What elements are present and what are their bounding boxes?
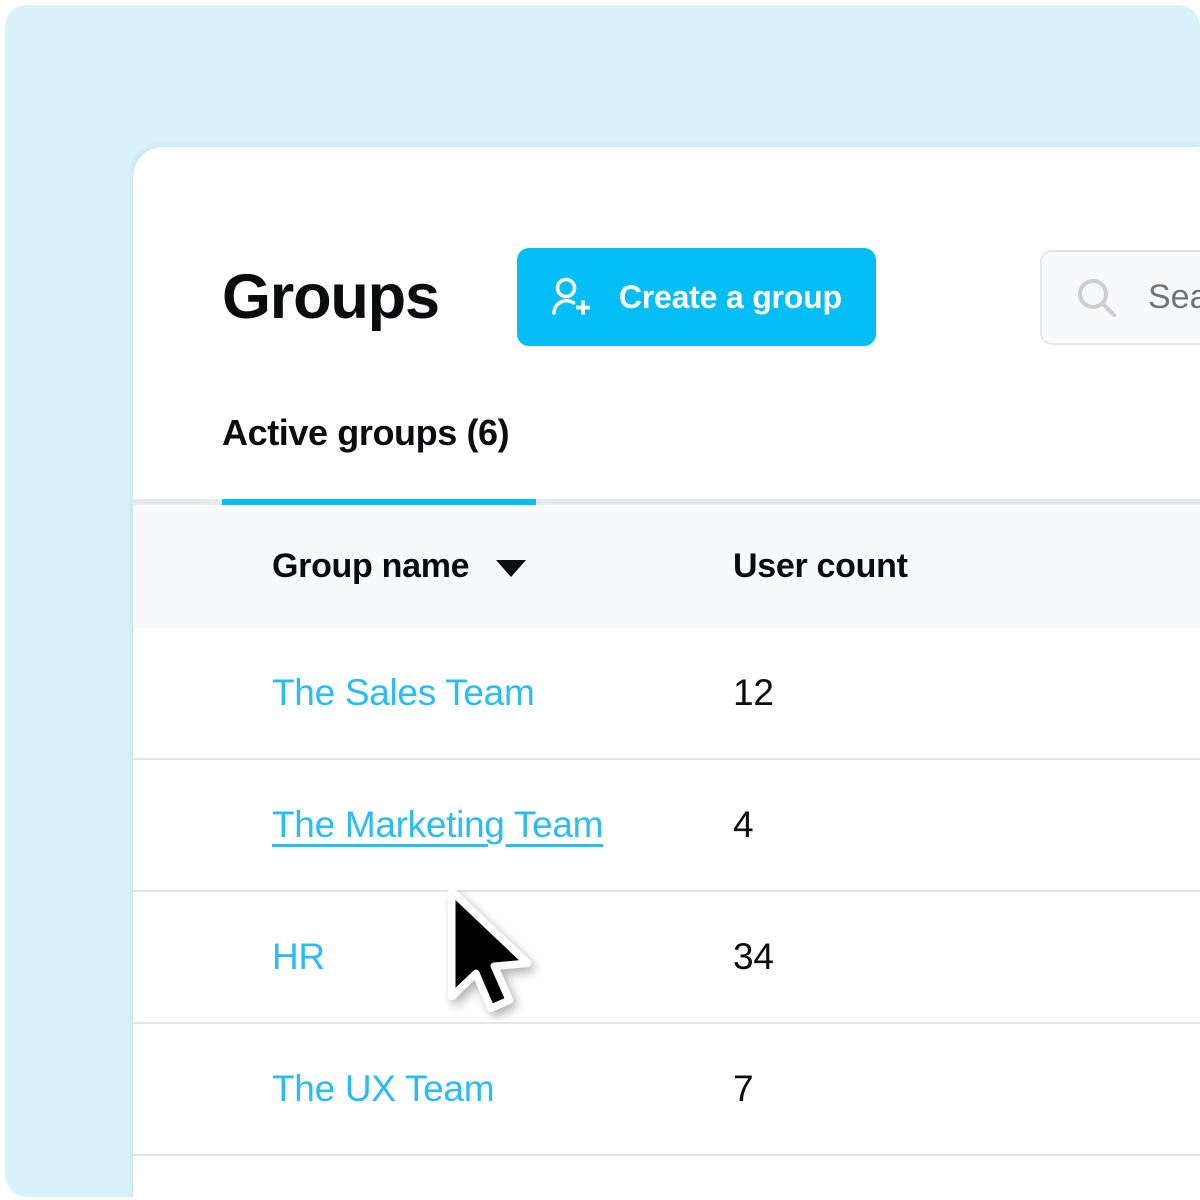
group-name-cell: The Sales Team	[133, 672, 733, 714]
group-link[interactable]: The UX Team	[272, 1068, 495, 1109]
user-count-value: 4	[733, 804, 754, 845]
table-row[interactable]: The Sales Team 12	[133, 628, 1200, 760]
page-header: Groups Create a group	[222, 247, 876, 347]
create-a-group-button[interactable]: Create a group	[516, 248, 876, 346]
user-count-value: 34	[733, 936, 774, 977]
groups-table: Group name User count The Sales Team 12 …	[133, 505, 1200, 1156]
user-count-value: 12	[733, 672, 774, 713]
user-count-cell: 7	[733, 1068, 1200, 1110]
group-link[interactable]: HR	[272, 936, 325, 977]
group-name-cell: HR	[133, 936, 733, 978]
screenshot-root: Groups Create a group Search Active grou…	[0, 0, 1200, 1200]
user-count-cell: 4	[733, 804, 1200, 846]
search-input[interactable]	[1146, 277, 1200, 318]
table-row[interactable]: HR 34	[133, 892, 1200, 1024]
column-header-group-name-label: Group name	[272, 547, 470, 585]
user-count-cell: 12	[733, 672, 1200, 714]
table-row[interactable]: The UX Team 7	[133, 1024, 1200, 1156]
table-header-row: Group name User count	[133, 505, 1200, 628]
user-count-cell: 34	[733, 936, 1200, 978]
search-field[interactable]	[1040, 250, 1200, 345]
group-name-cell: The UX Team	[133, 1068, 733, 1110]
person-add-icon	[547, 273, 595, 321]
sort-caret-down-icon[interactable]	[495, 560, 526, 577]
table-row[interactable]: The Marketing Team 4	[133, 760, 1200, 892]
group-name-cell: The Marketing Team	[133, 804, 733, 846]
group-link[interactable]: The Marketing Team	[272, 804, 603, 845]
user-count-value: 7	[733, 1068, 754, 1109]
column-header-user-count: User count	[733, 547, 1200, 586]
column-header-user-count-label: User count	[733, 547, 908, 585]
tab-bar: Active groups (6)	[222, 412, 1200, 484]
search-icon	[1074, 275, 1120, 321]
tab-active-groups[interactable]: Active groups (6)	[222, 412, 510, 484]
page-title: Groups	[222, 261, 440, 332]
column-header-group-name[interactable]: Group name	[133, 547, 733, 586]
groups-app-card: Groups Create a group Search Active grou…	[133, 147, 1200, 1200]
group-link[interactable]: The Sales Team	[272, 672, 535, 713]
create-a-group-label: Create a group	[618, 278, 842, 315]
